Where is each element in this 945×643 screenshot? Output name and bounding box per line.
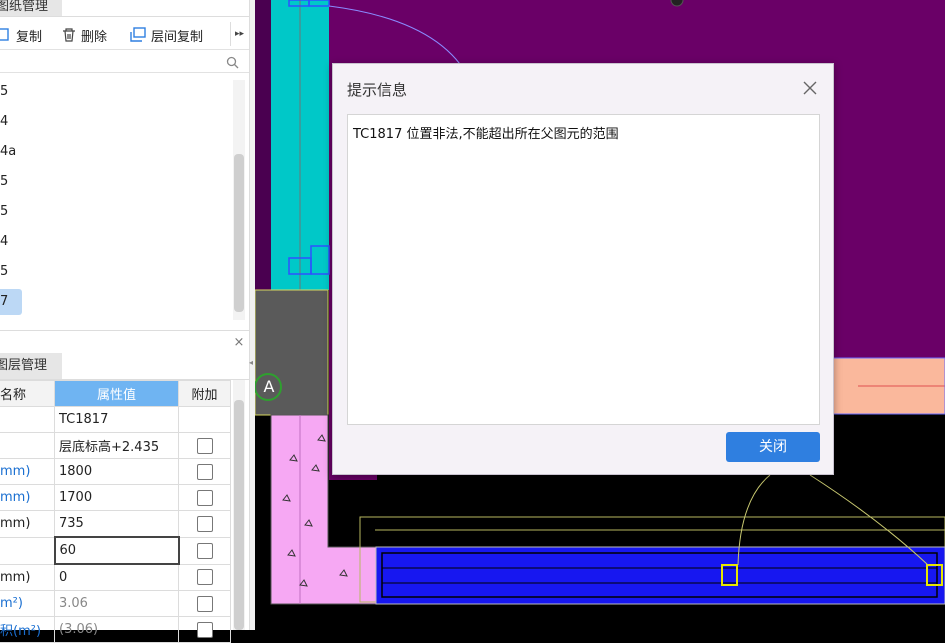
table-row[interactable]: m²) 3.06 — [0, 590, 231, 617]
collapse-arrow-icon[interactable]: ◂ — [249, 358, 255, 368]
toolbar-overflow-icon[interactable]: ▸▸ — [230, 22, 248, 46]
list-item[interactable]: 5 — [0, 259, 8, 285]
layer-panel-tab-label: 图层管理 — [0, 358, 48, 373]
table-row[interactable]: 60 — [0, 536, 231, 565]
table-row[interactable]: mm) 1800 — [0, 458, 231, 485]
list-item[interactable]: 4 — [0, 229, 8, 255]
property-value[interactable]: TC1817 — [54, 406, 179, 433]
extra-checkbox[interactable] — [196, 515, 213, 532]
column-header-name: 名称 — [0, 380, 55, 407]
dialog-message: TC1817 位置非法,不能超出所在父图元的范围 — [353, 127, 619, 142]
list-item[interactable]: 5 — [0, 169, 8, 195]
delete-button[interactable]: 删除 — [61, 24, 107, 46]
drawing-list-scrollbar[interactable] — [233, 80, 245, 320]
property-name: mm) — [0, 510, 55, 538]
property-value-editing[interactable]: 60 — [53, 536, 180, 565]
table-row[interactable]: mm) 0 — [0, 563, 231, 591]
copy-label: 复制 — [16, 29, 43, 45]
delete-label: 删除 — [81, 29, 108, 45]
copy-icon — [0, 28, 9, 41]
extra-checkbox[interactable] — [196, 437, 213, 454]
extra-checkbox[interactable] — [196, 595, 213, 612]
property-name: mm) — [0, 458, 55, 485]
extra-checkbox[interactable] — [196, 489, 213, 506]
property-value[interactable]: 735 — [54, 510, 179, 538]
dialog-message-box: TC1817 位置非法,不能超出所在父图元的范围 — [347, 114, 820, 425]
property-value[interactable]: 1800 — [54, 458, 179, 485]
property-name: m²) — [0, 590, 55, 617]
scrollbar-thumb[interactable] — [234, 154, 244, 312]
trash-icon — [63, 28, 75, 42]
list-item[interactable]: 4a — [0, 139, 16, 165]
table-row[interactable]: 层底标高+2.435 — [0, 432, 231, 459]
message-dialog: 提示信息 TC1817 位置非法,不能超出所在父图元的范围 关闭 — [332, 63, 834, 475]
property-value[interactable]: 层底标高+2.435 — [54, 432, 179, 459]
blue-beam — [375, 546, 945, 605]
left-panel: 图纸管理 复制 删除 层间复制 ▸▸ 5 4 4a 5 5 4 5 7 × 图层… — [0, 0, 252, 643]
property-name — [0, 432, 55, 459]
drawing-panel-tab-label: 图纸管理 — [0, 0, 49, 14]
properties-table: 名称 属性值 附加 TC1817 层底标高+2.435 mm) 1800 mm)… — [0, 380, 231, 643]
panel-splitter[interactable]: ◂ — [249, 0, 255, 630]
column-header-value: 属性值 — [54, 380, 179, 407]
purple-strip — [255, 0, 271, 290]
floor-copy-label: 层间复制 — [151, 29, 204, 45]
scrollbar-thumb[interactable] — [234, 400, 244, 630]
property-value: 3.06 — [54, 590, 179, 617]
list-item[interactable]: 4 — [0, 109, 8, 135]
list-item-selected[interactable]: 7 — [0, 289, 22, 315]
table-row[interactable]: mm) 1700 — [0, 484, 231, 511]
extra-checkbox[interactable] — [196, 463, 213, 480]
search-icon[interactable] — [226, 56, 239, 69]
copy-button[interactable]: 复制 — [0, 24, 42, 46]
property-name — [0, 536, 55, 565]
close-button[interactable]: 关闭 — [726, 432, 820, 462]
table-row[interactable]: TC1817 — [0, 406, 231, 433]
table-header-row: 名称 属性值 附加 — [0, 380, 231, 407]
table-row[interactable]: mm) 735 — [0, 510, 231, 538]
column-header-extra: 附加 — [178, 380, 231, 407]
property-value[interactable]: 0 — [54, 563, 179, 591]
extra-checkbox[interactable] — [196, 569, 213, 586]
axis-label: A — [263, 377, 275, 396]
drawing-panel-tab[interactable]: 图纸管理 — [0, 0, 62, 16]
floor-copy-button[interactable]: 层间复制 — [129, 24, 203, 46]
search-input[interactable] — [0, 51, 249, 73]
floor-copy-icon — [130, 27, 146, 42]
property-name: mm) — [0, 563, 55, 591]
list-item[interactable]: 5 — [0, 199, 8, 225]
property-name — [0, 406, 55, 433]
list-item[interactable]: 5 — [0, 79, 8, 105]
drawing-list: 5 4 4a 5 5 4 5 7 — [0, 79, 232, 319]
close-icon[interactable]: × — [232, 336, 246, 350]
properties-scrollbar[interactable] — [233, 380, 245, 630]
property-value[interactable]: 1700 — [54, 484, 179, 511]
extra-checkbox[interactable] — [196, 542, 213, 559]
layer-panel-tab[interactable]: 图层管理 — [0, 353, 62, 379]
dialog-title: 提示信息 — [347, 81, 408, 99]
close-icon[interactable] — [803, 81, 817, 95]
property-name: mm) — [0, 484, 55, 511]
